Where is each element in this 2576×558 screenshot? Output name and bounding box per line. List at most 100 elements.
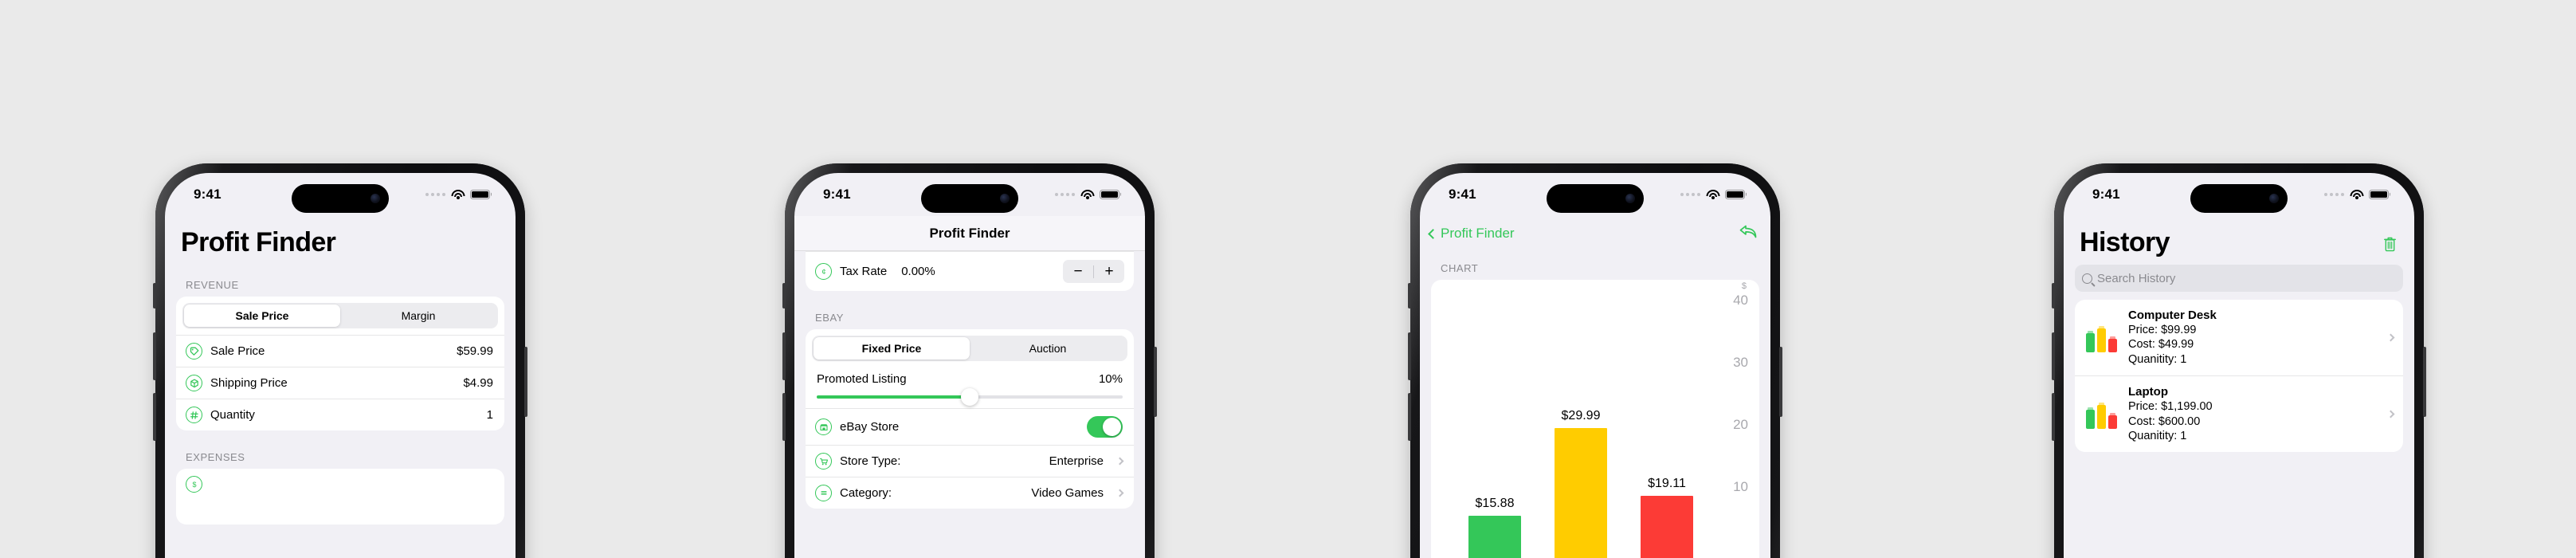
chevron-left-icon [1428,228,1438,239]
bar-label-sale-price: $29.99 [1561,409,1601,422]
y-tick-20: 20 [1733,417,1748,432]
revenue-card: Sale Price Margin Sale Price $59.99 Ship… [176,297,504,430]
row-expense-placeholder[interactable]: $ [176,469,504,500]
page-title: History [2080,227,2170,257]
front-camera-icon [371,194,380,203]
promoted-listing-slider[interactable] [817,388,1123,406]
volume-up-button[interactable] [782,332,786,380]
row-ebay-store[interactable]: eBay Store [806,408,1134,445]
segment-auction[interactable]: Auction [970,337,1126,360]
mini-bar-chart-icon [2086,400,2117,429]
category-icon [815,485,832,501]
back-button[interactable]: Profit Finder [1428,226,1515,242]
volume-down-button[interactable] [2052,393,2055,441]
row-label: Quantity [210,408,255,422]
tax-rate-stepper[interactable]: − + [1063,260,1124,283]
volume-up-button[interactable] [153,332,156,380]
phone2-screen: 9:41 Profit Finder ¢ Tax Rate 0.00% − + … [794,173,1145,558]
list-item[interactable]: Computer Desk Price: $99.99 Cost: $49.99… [2075,300,2403,375]
chevron-right-icon [2386,410,2395,418]
phone1-content: Profit Finder REVENUE Sale Price Margin … [165,216,516,558]
bar-group-sale-price: $29.99 [1555,409,1607,558]
share-button[interactable] [1739,224,1758,244]
volume-up-button[interactable] [2052,332,2055,380]
phone3-screen: 9:41 Profit Finder CHART $ 40 30 20 10 $… [1420,173,1770,558]
search-input[interactable]: Search History [2075,265,2403,292]
reply-arrow-icon [1739,225,1757,238]
revenue-segmented-control[interactable]: Sale Price Margin [182,303,498,328]
navbar-title: Profit Finder [929,225,1010,241]
silence-switch[interactable] [2052,283,2055,308]
trash-icon [2384,237,2396,252]
volume-down-button[interactable] [782,393,786,441]
svg-text:$: $ [192,481,196,489]
delete-all-button[interactable] [2383,237,2397,252]
front-camera-icon [1000,194,1010,203]
volume-down-button[interactable] [153,393,156,441]
row-tax-rate[interactable]: ¢ Tax Rate 0.00% − + [806,251,1134,291]
item-name: Laptop [2128,385,2168,399]
phone4-screen: 9:41 History Search History Computer Des… [2064,173,2414,558]
status-time: 9:41 [194,187,222,202]
y-axis-unit: $ [1741,281,1747,291]
bar-sale-price[interactable] [1555,428,1607,558]
phone2-content: Profit Finder ¢ Tax Rate 0.00% − + EBAY … [794,216,1145,558]
bar-group-cost: $15.88 [1468,497,1521,558]
segment-sale-price[interactable]: Sale Price [184,305,340,327]
navigation-bar: Profit Finder [794,216,1145,251]
dynamic-island [2190,184,2288,213]
wifi-icon [451,189,465,200]
expenses-card: $ [176,469,504,525]
stepper-increment-button[interactable]: + [1094,260,1124,283]
row-value: Video Games [1031,486,1104,500]
segment-fixed-price[interactable]: Fixed Price [814,337,970,360]
volume-up-button[interactable] [1408,332,1411,380]
wifi-icon [2350,189,2363,200]
chart-y-axis: $ 40 30 20 10 [1721,281,1748,558]
silence-switch[interactable] [153,283,156,308]
item-quantity: Quanitity: 1 [2128,430,2187,443]
section-header-revenue: REVENUE [186,279,239,291]
battery-icon [470,189,490,200]
row-label: Sale Price [210,344,265,358]
phone3-content: Profit Finder CHART $ 40 30 20 10 $15.88… [1420,216,1770,558]
stepper-decrement-button[interactable]: − [1063,260,1093,283]
row-label: Shipping Price [210,376,288,390]
cellular-dots-icon [425,193,445,196]
page-title: Profit Finder [181,227,336,257]
front-camera-icon [1625,194,1635,203]
history-list: Computer Desk Price: $99.99 Cost: $49.99… [2075,300,2403,453]
silence-switch[interactable] [782,283,786,308]
bar-fees[interactable] [1641,496,1693,558]
volume-down-button[interactable] [1408,393,1411,441]
phone-mockup-profit-finder: 9:41 Profit Finder REVENUE Sale Price Ma… [153,163,527,558]
battery-icon [1100,189,1119,200]
silence-switch[interactable] [1408,283,1411,308]
mini-bar-chart-icon [2086,324,2117,352]
row-store-type[interactable]: Store Type: Enterprise [806,445,1134,477]
ebay-store-toggle[interactable] [1087,416,1123,438]
bar-cost[interactable] [1468,516,1521,558]
y-tick-10: 10 [1733,479,1748,494]
row-quantity[interactable]: Quantity 1 [176,399,504,430]
listing-type-segmented-control[interactable]: Fixed Price Auction [812,336,1127,361]
power-button[interactable] [1779,347,1782,417]
row-category[interactable]: Category: Video Games [806,477,1134,509]
bar-label-fees: $19.11 [1648,477,1686,490]
ebay-card: Fixed Price Auction Promoted Listing 10% [806,329,1134,509]
segment-margin[interactable]: Margin [340,305,496,327]
power-button[interactable] [1154,347,1157,417]
list-item[interactable]: Laptop Price: $1,199.00 Cost: $600.00 Qu… [2075,375,2403,452]
power-button[interactable] [524,347,527,417]
phone-mockup-ebay-settings: 9:41 Profit Finder ¢ Tax Rate 0.00% − + … [782,163,1157,558]
row-shipping-price[interactable]: Shipping Price $4.99 [176,367,504,399]
item-cost: Cost: $600.00 [2128,415,2201,428]
front-camera-icon [2269,194,2279,203]
power-button[interactable] [2423,347,2426,417]
dynamic-island [1547,184,1644,213]
row-sale-price[interactable]: Sale Price $59.99 [176,335,504,367]
row-label: eBay Store [840,420,900,434]
chart-bars: $15.88 $29.99 $19.11 [1452,304,1710,558]
slider-knob[interactable] [961,388,978,406]
row-label: Tax Rate [840,265,888,278]
